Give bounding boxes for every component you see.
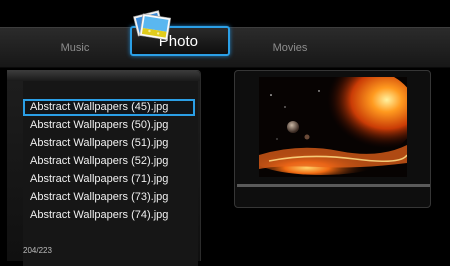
file-list-item[interactable]: Abstract Wallpapers (71).jpg: [23, 172, 195, 189]
preview-caption-bar: [237, 184, 430, 187]
nav-item-music[interactable]: Music: [40, 28, 110, 67]
file-list-header: [7, 71, 200, 81]
photo-stack-icon: [133, 10, 172, 41]
file-list-item[interactable]: Abstract Wallpapers (50).jpg: [23, 118, 195, 135]
file-list-item[interactable]: Abstract Wallpapers (52).jpg: [23, 154, 195, 171]
file-list-item[interactable]: Abstract Wallpapers (74).jpg: [23, 208, 195, 225]
file-list-item[interactable]: Abstract Wallpapers (73).jpg: [23, 190, 195, 207]
nav-item-movies[interactable]: Movies: [250, 28, 330, 67]
file-list-item[interactable]: Abstract Wallpapers (51).jpg: [23, 136, 195, 153]
item-counter: 204/223: [23, 246, 52, 255]
preview-thumbnail: [259, 77, 407, 177]
file-list-item-selected[interactable]: Abstract Wallpapers (45).jpg: [23, 99, 195, 116]
